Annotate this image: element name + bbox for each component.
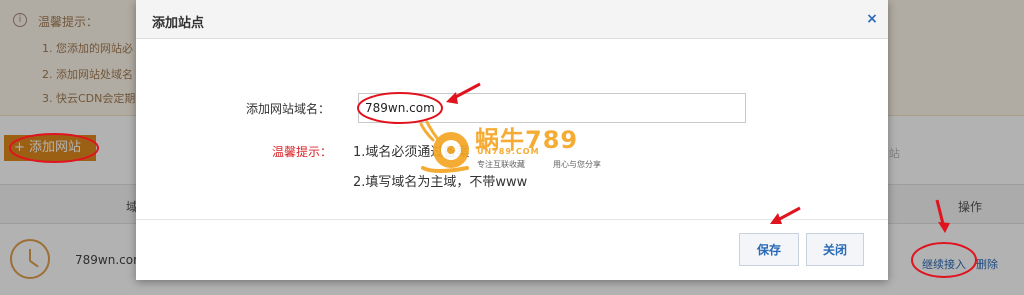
modal-header: 添加站点 × bbox=[136, 0, 888, 39]
close-icon[interactable]: × bbox=[865, 12, 879, 26]
close-button[interactable]: 关闭 bbox=[806, 233, 864, 266]
footer-divider bbox=[136, 219, 888, 220]
watermark: 蜗牛789 UN789.COM 专注互联收藏 用心与您分享 bbox=[415, 116, 625, 178]
watermark-slogan: 专注互联收藏 bbox=[477, 160, 525, 169]
save-button[interactable]: 保存 bbox=[739, 233, 799, 266]
domain-field-label: 添加网站域名： bbox=[246, 102, 331, 116]
tip-label: 温馨提示： bbox=[272, 145, 333, 159]
modal-title: 添加站点 bbox=[152, 16, 205, 31]
snail-logo-icon bbox=[419, 120, 469, 173]
watermark-slogan: 用心与您分享 bbox=[553, 160, 601, 169]
watermark-subtitle: UN789.COM bbox=[477, 147, 540, 156]
